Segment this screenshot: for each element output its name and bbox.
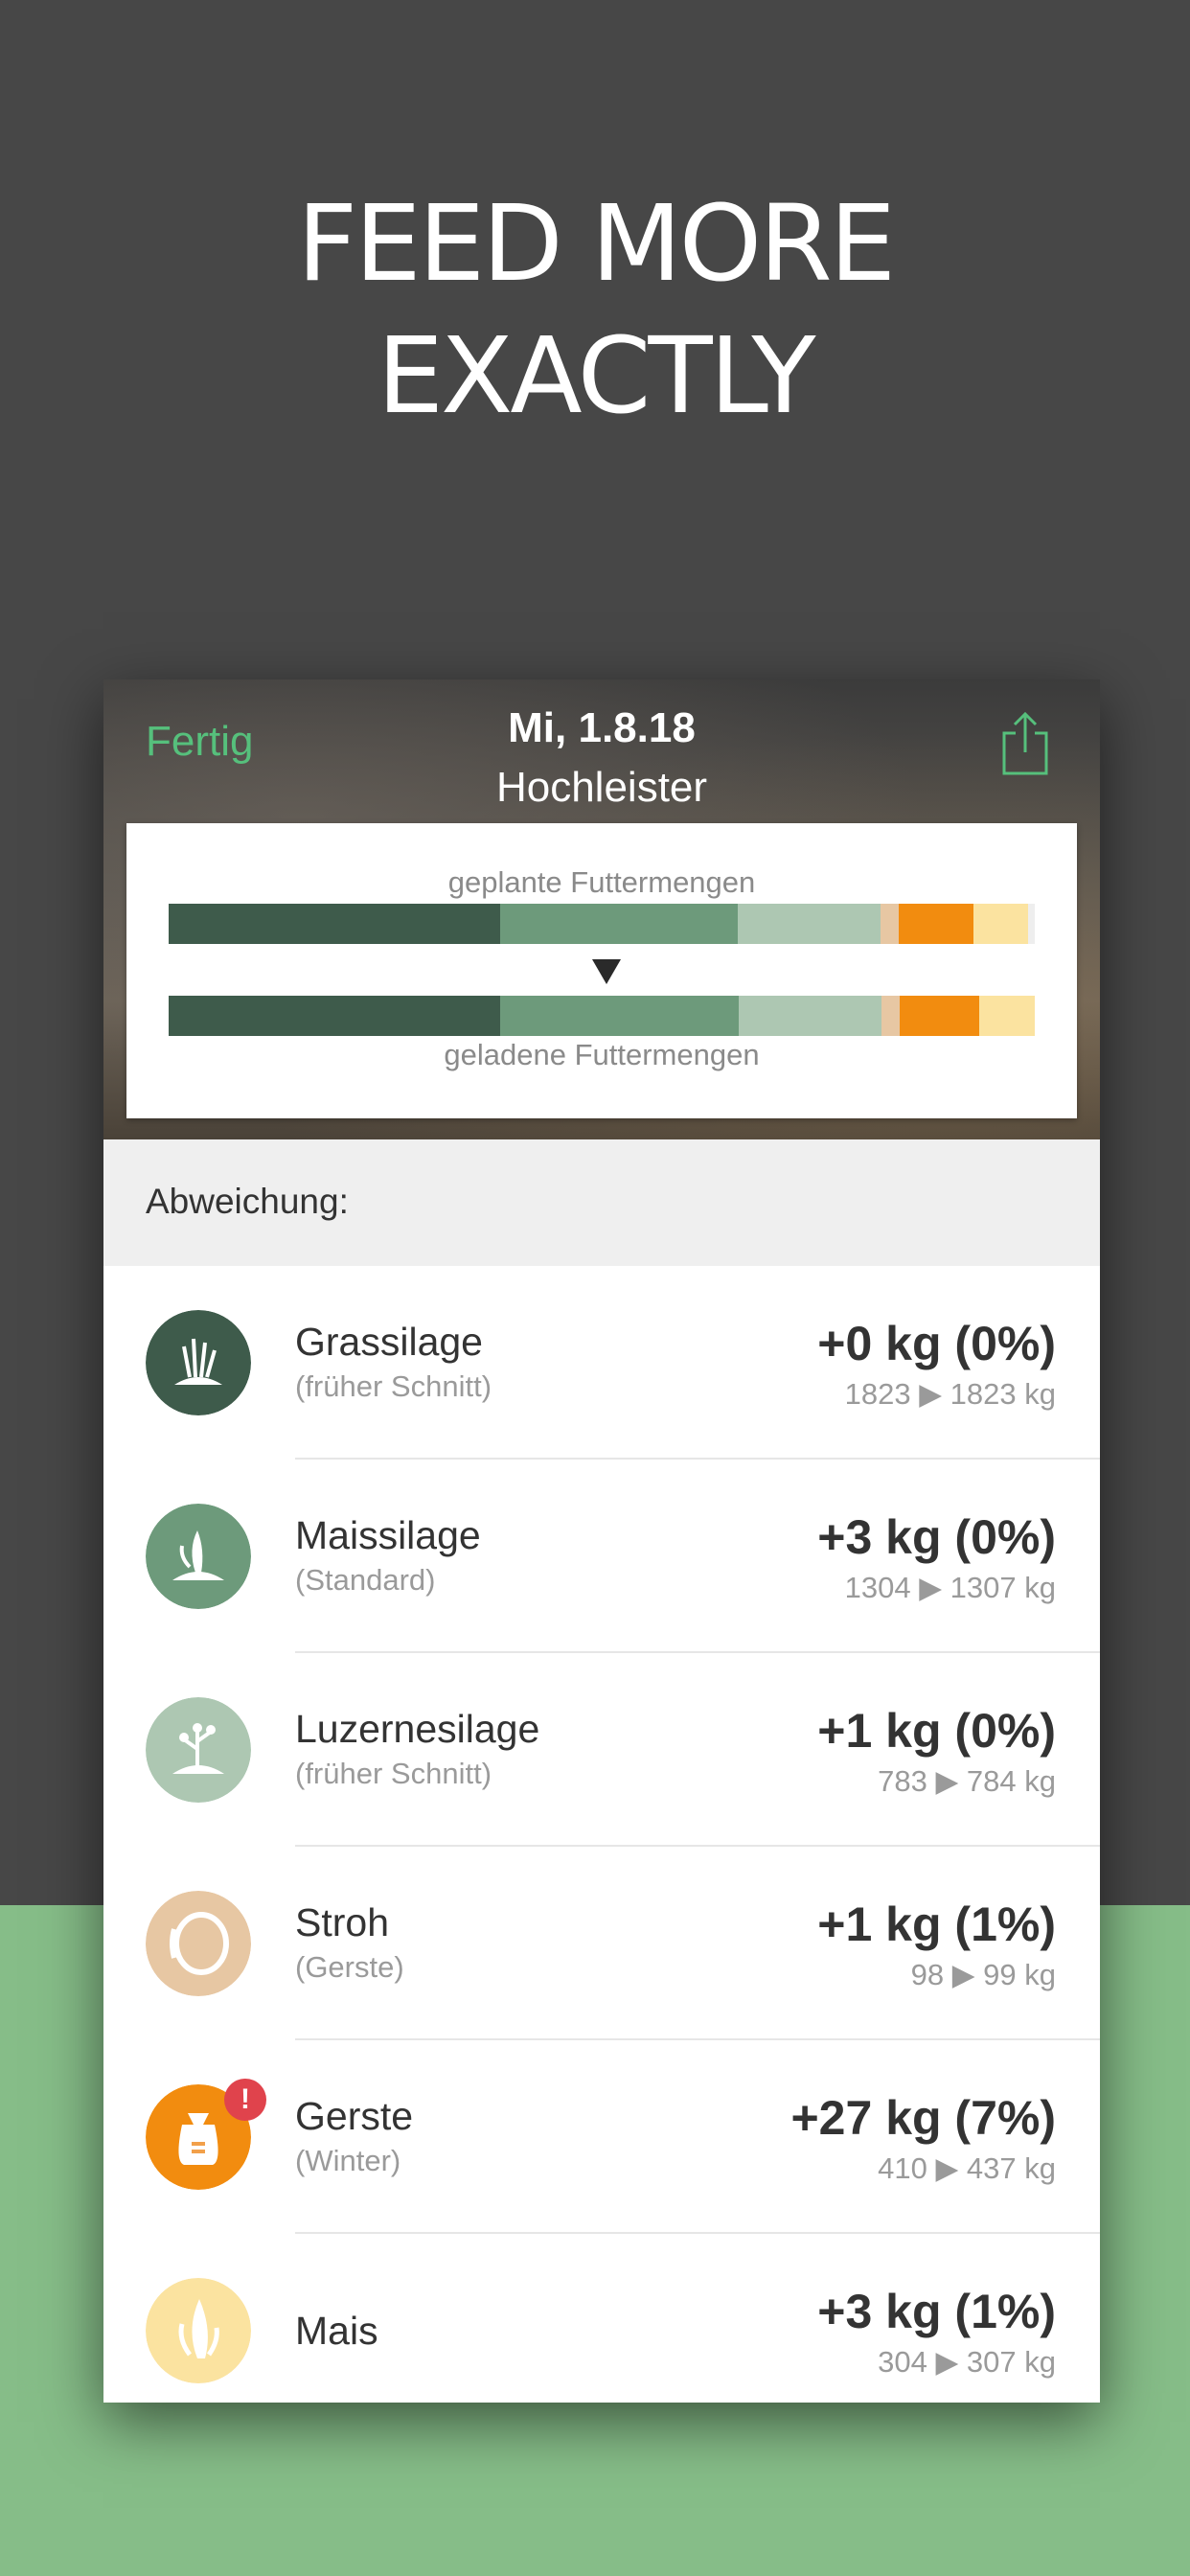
warning-badge: !	[224, 2079, 266, 2121]
amount-range: 783 ▶ 784 kg	[878, 1764, 1056, 1798]
deviation-value: +1 kg (1%)	[817, 1898, 1056, 1951]
bar-segment-grassilage	[169, 996, 501, 1036]
feed-name: Mais	[295, 2309, 378, 2353]
amount-range: 1823 ▶ 1823 kg	[844, 1377, 1056, 1411]
corn-silage-icon	[146, 1504, 251, 1609]
feed-name: Luzernesilage	[295, 1707, 540, 1751]
headline-line-2: EXACTLY	[377, 314, 815, 437]
deviation-value: +0 kg (0%)	[817, 1317, 1056, 1370]
deviation-value: +27 kg (7%)	[790, 2091, 1056, 2145]
share-icon[interactable]	[998, 710, 1052, 777]
deviation-header: Abweichung:	[103, 1139, 1100, 1266]
amount-range: 98 ▶ 99 kg	[910, 1958, 1056, 1991]
feed-row[interactable]: Stroh (Gerste) +1 kg (1%) 98 ▶ 99 kg	[103, 1847, 1100, 2040]
amount-range: 410 ▶ 437 kg	[878, 2151, 1056, 2185]
feed-name: Stroh	[295, 1900, 389, 1944]
phone-screen: Fertig Mi, 1.8.18 Hochleister geplante F…	[103, 679, 1100, 2403]
bar-segment-maissilage	[500, 904, 739, 944]
bar-segment-mais	[978, 996, 1035, 1036]
straw-bale-icon	[146, 1891, 251, 1996]
bar-segment-grassilage	[169, 904, 501, 944]
feed-name: Maissilage	[295, 1513, 481, 1557]
feed-subtitle: (früher Schnitt)	[295, 1757, 492, 1790]
feed-name: Grassilage	[295, 1320, 483, 1364]
bar-remainder	[1028, 904, 1035, 944]
header-photo: Fertig Mi, 1.8.18 Hochleister geplante F…	[103, 679, 1100, 1139]
feed-subtitle: (Winter)	[295, 2144, 401, 2177]
alfalfa-icon	[146, 1697, 251, 1803]
headline: FEED MORE EXACTLY	[0, 177, 1190, 442]
deviation-value: +1 kg (0%)	[817, 1704, 1056, 1758]
bar-segment-gerste	[899, 996, 979, 1036]
feed-comparison-card: geplante Futtermengen geladene Futtermen…	[126, 823, 1077, 1118]
deviation-title: Abweichung:	[146, 1182, 349, 1221]
feed-subtitle: (früher Schnitt)	[295, 1369, 492, 1403]
bar-segment-maissilage	[500, 996, 739, 1036]
bar-segment-luzernesilage	[738, 904, 881, 944]
feed-row[interactable]: Maissilage (Standard) +3 kg (0%) 1304 ▶ 130…	[103, 1460, 1100, 1653]
bar-segment-luzernesilage	[738, 996, 881, 1036]
bar-segment-stroh	[881, 996, 900, 1036]
feed-subtitle: (Gerste)	[295, 1950, 404, 1984]
loaded-label: geladene Futtermengen	[444, 1038, 760, 1071]
feed-row[interactable]: Mais +3 kg (1%) 304 ▶ 307 kg	[103, 2234, 1100, 2403]
planned-label: geplante Futtermengen	[447, 865, 756, 899]
arrow-down-icon	[592, 959, 621, 984]
deviation-value: +3 kg (0%)	[817, 1510, 1056, 1564]
bar-segment-gerste	[898, 904, 973, 944]
headline-line-1: FEED MORE	[296, 182, 896, 305]
grass-icon	[146, 1310, 251, 1415]
deviation-value: +3 kg (1%)	[817, 2285, 1056, 2338]
feed-subtitle: (Standard)	[295, 1563, 436, 1597]
amount-range: 1304 ▶ 1307 kg	[844, 1571, 1056, 1604]
nav-date: Mi, 1.8.18	[508, 704, 696, 751]
nav-group: Hochleister	[495, 764, 708, 811]
feed-row[interactable]: Luzernesilage (früher Schnitt) +1 kg (0%) 7…	[103, 1653, 1100, 1847]
corn-icon	[146, 2278, 251, 2383]
planned-bar	[169, 904, 1035, 944]
bar-segment-mais	[973, 904, 1029, 944]
feed-name: Gerste	[295, 2094, 414, 2138]
bar-segment-stroh	[881, 904, 899, 944]
loaded-bar	[169, 996, 1035, 1036]
feed-row[interactable]: ! Gerste (Winter) +27 kg (7%) 410 ▶ 437 kg	[103, 2040, 1100, 2234]
feed-row[interactable]: Grassilage (früher Schnitt) +0 kg (0%) 1823…	[103, 1266, 1100, 1460]
amount-range: 304 ▶ 307 kg	[878, 2345, 1056, 2379]
